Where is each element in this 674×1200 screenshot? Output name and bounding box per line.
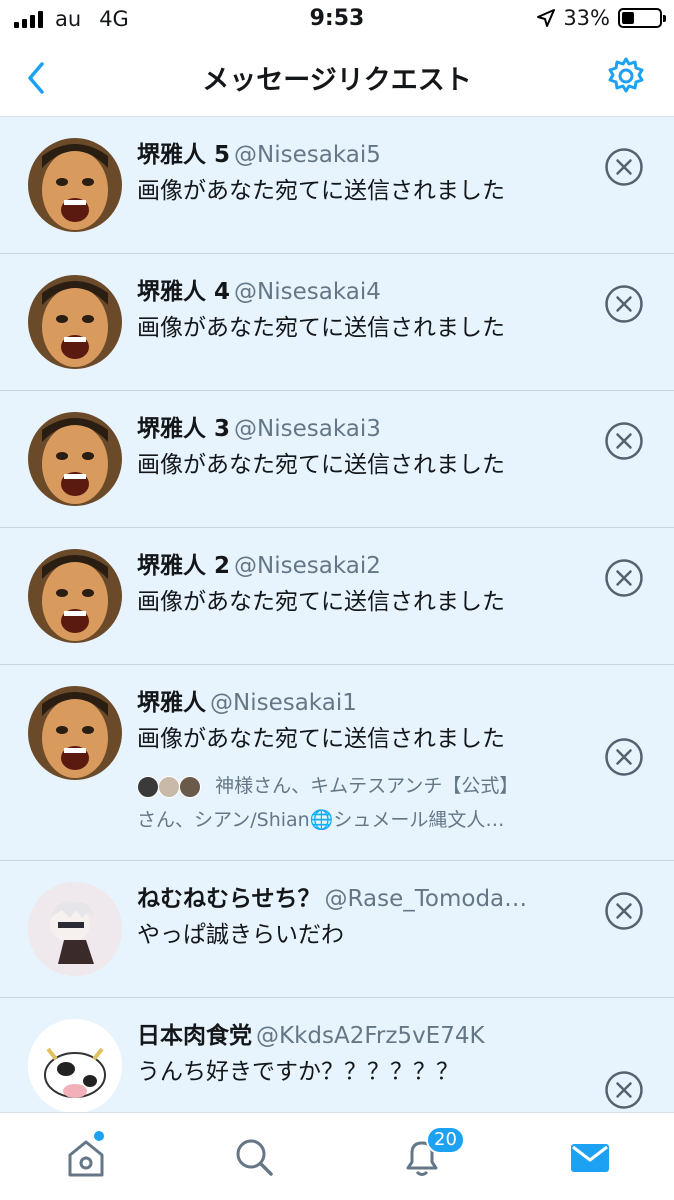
sender-handle: @Nisesakai2 — [234, 553, 381, 579]
dismiss-close-icon[interactable] — [604, 558, 644, 598]
dismiss-close-icon[interactable] — [604, 1070, 644, 1110]
message-request-row[interactable]: 堺雅人 @Nisesakai1 画像があなた宛てに送信されました 神様さん、キムテ… — [0, 665, 674, 861]
message-request-row[interactable]: 堺雅人 5 @Nisesakai5 画像があなた宛てに送信されました — [0, 117, 674, 254]
sender-name: 堺雅人 3 — [137, 416, 231, 442]
sender-handle: @Nisesakai3 — [234, 416, 381, 442]
settings-gear-icon[interactable] — [606, 56, 646, 96]
sender-name: 堺雅人 5 — [137, 142, 231, 168]
followed-by-text-2: さん、シアン/Shian🌐シュメール縄文人… — [137, 809, 505, 831]
search-icon[interactable] — [232, 1135, 276, 1179]
message-request-row[interactable]: 堺雅人 4 @Nisesakai4 画像があなた宛てに送信されました — [0, 254, 674, 391]
dismiss-close-icon[interactable] — [604, 421, 644, 461]
location-arrow-icon — [537, 9, 556, 27]
message-preview: 画像があなた宛てに送信されました — [137, 315, 505, 341]
follower-avatar — [179, 775, 202, 798]
home-icon[interactable] — [64, 1135, 108, 1179]
message-request-row[interactable]: 堺雅人 2 @Nisesakai2 画像があなた宛てに送信されました — [0, 528, 674, 665]
sender-name: 堺雅人 — [137, 690, 206, 716]
avatar[interactable] — [28, 275, 122, 369]
follower-avatar — [137, 775, 159, 798]
sender-name-line: ねむねむらせち？ @Rase_Tomoda… — [137, 879, 562, 913]
sender-handle: @Rase_Tomoda… — [324, 886, 528, 912]
notifications-badge: 20 — [426, 1126, 465, 1154]
sender-name: ねむねむらせち？ — [137, 886, 321, 912]
page-title: メッセージリクエスト — [202, 65, 472, 96]
sender-handle: @KkdsA2Frz5vE74K — [256, 1023, 485, 1049]
avatar[interactable] — [28, 686, 122, 780]
message-request-row[interactable]: 堺雅人 3 @Nisesakai3 画像があなた宛てに送信されました — [0, 391, 674, 528]
avatar[interactable] — [28, 882, 122, 976]
status-bar: au 4G 9:53 33% — [0, 0, 674, 40]
sender-name-line: 日本肉食党 @KkdsA2Frz5vE74K — [137, 1016, 562, 1050]
messages-envelope-icon[interactable] — [568, 1135, 612, 1179]
message-preview: うんち好きですか？？？？？？ — [137, 1059, 459, 1085]
sender-name-line: 堺雅人 @Nisesakai1 — [137, 683, 562, 717]
avatar[interactable] — [28, 138, 122, 232]
message-request-row[interactable]: ねむねむらせち？ @Rase_Tomoda… やっぱ誠きらいだわ — [0, 861, 674, 998]
message-preview: 画像があなた宛てに送信されました — [137, 178, 505, 204]
message-preview: 画像があなた宛てに送信されました — [137, 452, 505, 478]
message-request-list: 堺雅人 5 @Nisesakai5 画像があなた宛てに送信されました 堺雅人 4 @… — [0, 117, 674, 1112]
followed-by-context: 神様さん、キムテスアンチ【公式】 さん、シアン/Shian🌐シュメール縄文人… — [137, 769, 567, 837]
message-preview: やっぱ誠きらいだわ — [137, 922, 344, 948]
sender-name-line: 堺雅人 5 @Nisesakai5 — [137, 135, 562, 169]
avatar[interactable] — [28, 1019, 122, 1112]
followed-by-line: 神様さん、キムテスアンチ【公式】 — [137, 769, 567, 803]
battery-icon — [618, 8, 666, 28]
home-unread-dot — [94, 1131, 104, 1141]
sender-name: 堺雅人 4 — [137, 279, 231, 305]
dismiss-close-icon[interactable] — [604, 284, 644, 324]
sender-name: 堺雅人 2 — [137, 553, 231, 579]
message-preview: 画像があなた宛てに送信されました — [137, 589, 505, 615]
follower-avatar — [158, 775, 181, 798]
dismiss-close-icon[interactable] — [604, 891, 644, 931]
sender-name-line: 堺雅人 4 @Nisesakai4 — [137, 272, 562, 306]
message-preview: 画像があなた宛てに送信されました — [137, 726, 505, 752]
nav-bar: メッセージリクエスト — [0, 40, 674, 117]
dismiss-close-icon[interactable] — [604, 737, 644, 777]
avatar[interactable] — [28, 549, 122, 643]
dismiss-close-icon[interactable] — [604, 147, 644, 187]
sender-name-line: 堺雅人 2 @Nisesakai2 — [137, 546, 562, 580]
sender-name-line: 堺雅人 3 @Nisesakai3 — [137, 409, 562, 443]
sender-name: 日本肉食党 — [137, 1023, 252, 1049]
message-request-row[interactable]: 日本肉食党 @KkdsA2Frz5vE74K うんち好きですか？？？？？？ — [0, 998, 674, 1112]
followed-by-text-1: 神様さん、キムテスアンチ【公式】 — [215, 775, 519, 797]
sender-handle: @Nisesakai4 — [234, 279, 381, 305]
avatar[interactable] — [28, 412, 122, 506]
battery-percent: 33% — [563, 6, 610, 30]
tab-bar: 20 — [0, 1112, 674, 1200]
sender-handle: @Nisesakai1 — [210, 690, 357, 716]
sender-handle: @Nisesakai5 — [234, 142, 381, 168]
